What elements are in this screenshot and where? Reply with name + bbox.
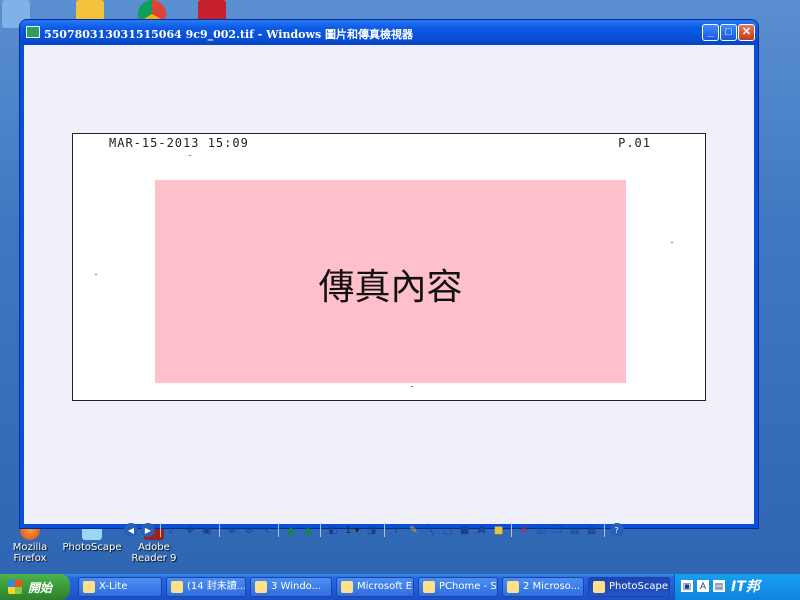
previous-page-icon[interactable]: ◧ <box>326 523 340 537</box>
input-mode-icon[interactable]: A <box>697 580 709 592</box>
image-viewer-window: 550780313031515064 9c9_002.tif - Windows… <box>20 20 758 537</box>
ime-icon[interactable]: ▤ <box>713 580 725 592</box>
taskbar-item-label: Microsoft E... <box>357 581 413 592</box>
taskbar-item[interactable]: (14 封未讀... <box>166 577 246 597</box>
word-icon <box>507 581 519 593</box>
slideshow-icon[interactable]: ▣ <box>200 523 214 537</box>
next-page-icon[interactable]: ◨ <box>365 523 379 537</box>
previous-image-icon[interactable]: ◀ <box>124 523 138 537</box>
rectangle-outline-icon[interactable]: □ <box>441 523 455 537</box>
rotate-clockwise-icon[interactable]: ▲ <box>284 523 298 537</box>
desktop-icon-label: Mozilla Firefox <box>12 542 48 564</box>
fax-header-page: P.01 <box>618 136 651 150</box>
taskbar-item[interactable]: 2 Microso... <box>502 577 584 597</box>
scan-speck <box>189 155 191 156</box>
photoscape-small-icon <box>593 581 605 593</box>
save-icon[interactable]: ▤ <box>568 523 582 537</box>
taskbar-item[interactable]: 3 Windo... <box>250 577 332 597</box>
fax-content-text: 傳真內容 <box>318 267 463 308</box>
taskbar-item[interactable]: X-Lite <box>78 577 162 597</box>
scan-speck <box>671 242 673 243</box>
toolbar-separator <box>383 523 385 537</box>
desktop-icon-label: PhotoScape <box>62 542 122 553</box>
chrome-small-icon <box>171 581 183 593</box>
fax-page: MAR-15-2013 15:09 P.01 傳真內容 <box>72 133 706 401</box>
xlite-icon <box>83 581 95 593</box>
toolbar-separator <box>510 523 512 537</box>
maximize-button[interactable]: □ <box>720 24 737 41</box>
copy-icon[interactable]: ❐ <box>551 523 565 537</box>
fax-header-date: MAR-15-2013 15:09 <box>109 136 249 150</box>
note-icon[interactable]: ■ <box>492 523 506 537</box>
close-button[interactable]: ✕ <box>738 24 755 41</box>
line-tool-icon[interactable]: ╲ <box>424 523 438 537</box>
taskbar-item[interactable]: Microsoft E... <box>336 577 414 597</box>
taskbar-item-label: 3 Windo... <box>271 581 322 592</box>
open-with-icon[interactable]: ▦ <box>585 523 599 537</box>
ithome-logo: IT邦 <box>731 579 760 595</box>
windows-flag-icon <box>8 580 22 594</box>
viewer-app-icon <box>26 26 40 38</box>
help-icon[interactable]: ? <box>609 523 624 537</box>
best-fit-icon[interactable]: ⤢ <box>166 523 180 537</box>
viewer-canvas: MAR-15-2013 15:09 P.01 傳真內容 ◀ ▶ ⤢ ✥ ▣ ⊕ … <box>24 45 754 537</box>
folder-icon <box>255 581 267 593</box>
scan-speck <box>411 386 413 387</box>
excel-icon <box>341 581 353 593</box>
toolbar-separator <box>278 523 279 537</box>
taskbar-item-label: 2 Microso... <box>523 581 581 592</box>
fax-content-area: 傳真內容 <box>155 180 626 383</box>
taskbar-item-label: PChome - S... <box>439 581 497 592</box>
text-tool-icon[interactable]: A <box>475 523 489 537</box>
toolbar-separator <box>603 523 605 537</box>
desktop-icon-label: Adobe Reader 9 <box>131 542 177 564</box>
taskbar: 開始 X-Lite (14 封未讀... 3 Windo... Microsof… <box>0 574 800 600</box>
minimize-button[interactable]: _ <box>702 24 719 41</box>
print-icon[interactable]: ⎙ <box>534 523 548 537</box>
viewer-toolbar: ◀ ▶ ⤢ ✥ ▣ ⊕ ⊖ ↖ ▲ ▲ ◧ 1 ▾ ◨ ʔ ✎ ╲ □ ■ A … <box>124 521 624 539</box>
actual-size-icon[interactable]: ✥ <box>183 523 197 537</box>
zoom-in-icon[interactable]: ⊕ <box>225 523 239 537</box>
annotation-select-icon[interactable]: ʔ <box>390 523 404 537</box>
delete-icon[interactable]: ✕ <box>517 523 531 537</box>
toolbar-separator <box>219 523 220 537</box>
taskbar-item[interactable]: PhotoScape <box>588 577 670 597</box>
taskbar-item[interactable]: PChome - S... <box>418 577 498 597</box>
window-title: 550780313031515064 9c9_002.tif - Windows… <box>44 28 413 41</box>
zoom-out-icon[interactable]: ⊖ <box>242 523 256 537</box>
page-number-select[interactable]: 1 ▾ <box>343 523 362 537</box>
select-pointer-icon[interactable]: ↖ <box>259 523 273 537</box>
next-image-icon[interactable]: ▶ <box>141 523 155 537</box>
rotate-counterclockwise-icon[interactable]: ▲ <box>301 523 315 537</box>
language-bar-icon[interactable]: ▣ <box>681 580 693 592</box>
taskbar-item-label: PhotoScape <box>609 581 668 592</box>
pchome-icon <box>423 581 435 593</box>
system-tray: ▣ A ▤ IT邦 <box>674 574 800 600</box>
start-label: 開始 <box>28 580 53 595</box>
toolbar-separator <box>160 523 161 537</box>
page-number-value: 1 <box>345 524 352 536</box>
filled-rectangle-icon[interactable]: ■ <box>458 523 472 537</box>
start-button[interactable]: 開始 <box>0 574 70 600</box>
toolbar-separator <box>320 523 321 537</box>
title-bar[interactable]: 550780313031515064 9c9_002.tif - Windows… <box>20 20 758 45</box>
highlighter-icon[interactable]: ✎ <box>407 523 421 537</box>
scan-speck <box>95 274 97 275</box>
taskbar-item-label: (14 封未讀... <box>187 581 246 592</box>
taskbar-item-label: X-Lite <box>99 581 128 592</box>
